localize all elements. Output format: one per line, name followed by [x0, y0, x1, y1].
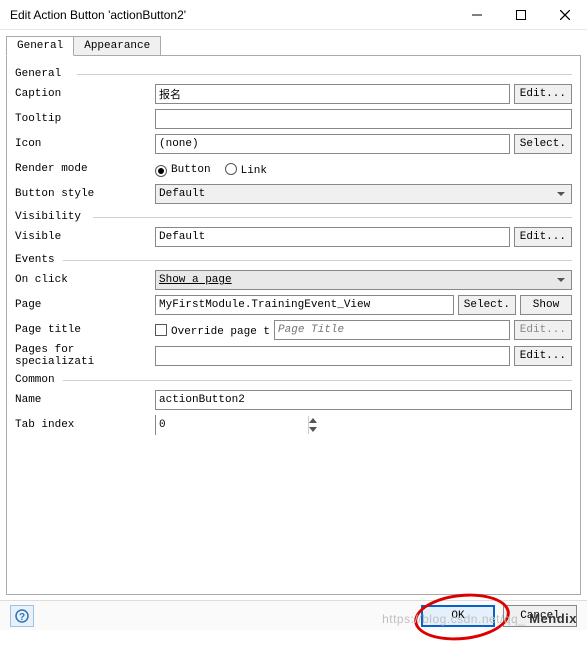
tab-page-general: General Caption Edit... Tooltip Icon Sel…: [6, 55, 581, 595]
dialog-bottombar: ? OK Cancel: [0, 600, 587, 630]
page-input[interactable]: [155, 295, 454, 315]
button-style-label: Button style: [15, 188, 155, 200]
icon-input[interactable]: [155, 134, 510, 154]
page-select-button[interactable]: Select.: [458, 295, 516, 315]
icon-label: Icon: [15, 138, 155, 150]
render-mode-button-label: Button: [171, 164, 211, 176]
cancel-button[interactable]: Cancel: [503, 605, 577, 627]
tab-strip: General Appearance: [6, 36, 581, 56]
render-mode-radio-button[interactable]: Button: [155, 163, 211, 176]
tabindex-down[interactable]: [309, 425, 317, 434]
render-mode-link-label: Link: [241, 165, 267, 177]
tab-appearance[interactable]: Appearance: [73, 36, 161, 56]
icon-select-button[interactable]: Select.: [514, 134, 572, 154]
caption-edit-button[interactable]: Edit...: [514, 84, 572, 104]
button-style-select[interactable]: Default: [155, 184, 572, 204]
specialization-edit-button[interactable]: Edit...: [514, 346, 572, 366]
ok-button[interactable]: OK: [421, 605, 495, 627]
radio-icon: [225, 163, 237, 175]
tooltip-input[interactable]: [155, 109, 572, 129]
tab-general[interactable]: General: [6, 36, 74, 56]
caption-label: Caption: [15, 88, 155, 100]
tooltip-label: Tooltip: [15, 113, 155, 125]
section-visibility: Visibility: [15, 211, 572, 223]
window-titlebar: Edit Action Button 'actionButton2': [0, 0, 587, 30]
override-page-title-checkbox[interactable]: Override page t: [155, 322, 270, 338]
section-general: General: [15, 68, 572, 80]
caption-input[interactable]: [155, 84, 510, 104]
page-title-label: Page title: [15, 324, 155, 336]
button-style-value: Default: [159, 188, 205, 200]
tabindex-up[interactable]: [309, 416, 317, 425]
render-mode-label: Render mode: [15, 163, 155, 175]
tabindex-spinner[interactable]: [155, 415, 275, 435]
render-mode-radio-link[interactable]: Link: [225, 161, 267, 177]
onclick-value: Show a page: [159, 274, 232, 286]
specialization-input[interactable]: [155, 346, 510, 366]
page-title-input[interactable]: [274, 320, 510, 340]
help-button[interactable]: ?: [10, 605, 34, 627]
maximize-button[interactable]: [499, 0, 543, 30]
page-label: Page: [15, 299, 155, 311]
window-title: Edit Action Button 'actionButton2': [10, 8, 455, 22]
onclick-select[interactable]: Show a page: [155, 270, 572, 290]
onclick-label: On click: [15, 274, 155, 286]
visible-label: Visible: [15, 231, 155, 243]
radio-icon: [155, 165, 167, 177]
close-button[interactable]: [543, 0, 587, 30]
name-label: Name: [15, 394, 155, 406]
name-input[interactable]: [155, 390, 572, 410]
page-title-edit-button: Edit...: [514, 320, 572, 340]
page-show-button[interactable]: Show: [520, 295, 572, 315]
specialization-label: Pages for specializati: [15, 344, 155, 368]
svg-text:?: ?: [19, 612, 25, 623]
visible-edit-button[interactable]: Edit...: [514, 227, 572, 247]
tabindex-label: Tab index: [15, 419, 155, 431]
checkbox-icon: [155, 324, 167, 336]
minimize-button[interactable]: [455, 0, 499, 30]
section-events: Events: [15, 254, 572, 266]
section-common: Common: [15, 374, 572, 386]
visible-input[interactable]: [155, 227, 510, 247]
tabindex-value[interactable]: [156, 415, 308, 435]
override-page-title-label: Override page t: [171, 326, 270, 338]
